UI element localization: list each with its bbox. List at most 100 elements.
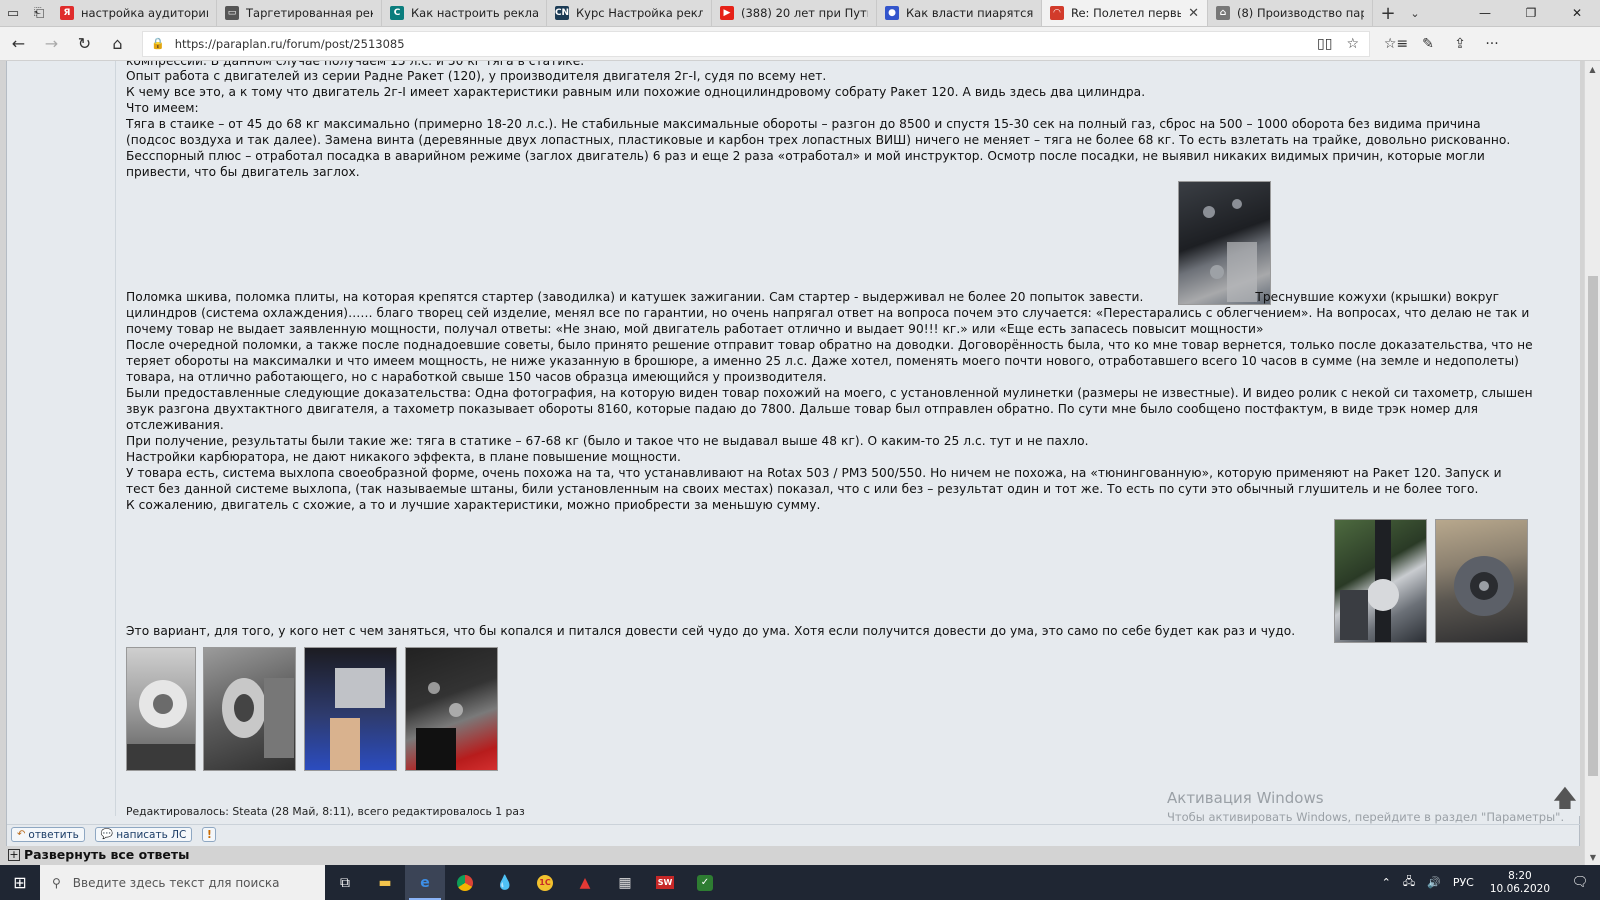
edit-note: Редактировалось: Steata (28 Май, 8:11), … <box>126 805 525 818</box>
url-text[interactable]: https://paraplan.ru/forum/post/2513085 <box>175 37 405 51</box>
browser-tab[interactable]: ▶ (388) 20 лет при Путине / Е <box>712 0 877 26</box>
post-photo[interactable] <box>1334 519 1427 643</box>
drop-icon[interactable]: 💧 <box>485 865 525 900</box>
paraplan-icon: ◠ <box>1050 6 1064 20</box>
windows-start-icon[interactable]: ⊞ <box>0 865 40 900</box>
post-line: (подсос воздуха и так далее). Замена вин… <box>126 133 1511 147</box>
post-photo[interactable] <box>405 647 498 771</box>
post-line: привести, что бы двигатель заглох. <box>126 165 360 179</box>
vertical-scrollbar[interactable]: ▲ ▼ <box>1584 61 1600 865</box>
browser-tab[interactable]: ◠ Re: Полетел первый кл ✕ <box>1042 0 1208 26</box>
reading-view-icon[interactable]: ▯▯ <box>1317 36 1332 52</box>
tab-title: Курс Настройка рекламы и <box>576 6 703 20</box>
post-body: компрессии. В данном случае получаем 15 … <box>115 61 1580 818</box>
post-photo[interactable] <box>304 647 397 771</box>
tab-title: настройка аудитории инст <box>81 6 208 20</box>
tray-overflow-icon[interactable]: ⌃ <box>1376 876 1397 889</box>
search-icon: ⚲ <box>52 875 61 890</box>
window-menu-icon[interactable]: ▭ <box>0 0 26 26</box>
search-placeholder: Введите здесь текст для поиска <box>72 875 280 890</box>
browser-tab[interactable]: ▭ Таргетированная реклама <box>217 0 382 26</box>
post-actions: ↶ ответить 💬 написать ЛС ! <box>7 824 1581 844</box>
post-photo[interactable] <box>1435 519 1528 643</box>
post-line: Опыт работа с двигателей из серии Радне … <box>126 69 827 83</box>
forum-post-frame: компрессии. В данном случае получаем 15 … <box>6 61 1581 846</box>
tab-title: Таргетированная реклама <box>246 6 373 20</box>
plus-icon: + <box>8 847 20 861</box>
editor-icon[interactable]: ✓ <box>685 865 725 900</box>
navigation-bar: ← → ↻ ⌂ 🔒 https://paraplan.ru/forum/post… <box>0 27 1600 61</box>
post-line: Это вариант, для того, у кого нет с чем … <box>126 624 1296 638</box>
scroll-to-top-icon[interactable]: 🡅 <box>1550 784 1580 816</box>
private-message-button[interactable]: 💬 написать ЛС <box>94 827 193 842</box>
post-line: звук разгона двухтактного двигателя, а т… <box>126 402 1478 416</box>
reply-button[interactable]: ↶ ответить <box>11 827 85 842</box>
page-viewport: компрессии. В данном случае получаем 15 … <box>0 61 1600 865</box>
post-line: Что имеем: <box>126 101 199 115</box>
chrome-icon[interactable] <box>445 865 485 900</box>
scroll-down-icon[interactable]: ▼ <box>1585 849 1600 865</box>
chat-icon: ▭ <box>225 6 239 20</box>
network-icon[interactable]: 🖧 <box>1397 873 1421 892</box>
back-button[interactable]: ← <box>2 29 35 59</box>
post-line: У товара есть, система выхлопа своеобраз… <box>126 466 1502 480</box>
post-photo[interactable] <box>126 647 196 771</box>
windows-activation-watermark: Активация Windows Чтобы активировать Win… <box>1167 789 1565 824</box>
circle-icon: ● <box>885 6 899 20</box>
pdf-icon[interactable]: ▲ <box>565 865 605 900</box>
edge-icon[interactable]: e <box>405 865 445 900</box>
volume-icon[interactable]: 🔊 <box>1421 876 1447 889</box>
calculator-icon[interactable]: ▦ <box>605 865 645 900</box>
post-photo[interactable] <box>203 647 296 771</box>
scroll-up-icon[interactable]: ▲ <box>1585 61 1600 77</box>
post-line: цилиндров (система охлаждения)…… благо т… <box>126 306 1530 320</box>
post-line: После очередной поломки, а также после п… <box>126 338 1533 352</box>
post-line: При получение, результаты были такие же:… <box>126 434 1089 448</box>
report-button[interactable]: ! <box>202 827 217 842</box>
explorer-icon[interactable]: ▬ <box>365 865 405 900</box>
more-icon[interactable]: ··· <box>1476 36 1508 52</box>
notifications-icon[interactable]: 🗨 <box>1560 875 1600 890</box>
tab-list-icon[interactable]: ⌄ <box>1403 0 1427 26</box>
home-button[interactable]: ⌂ <box>101 29 134 59</box>
minimize-button[interactable]: — <box>1462 0 1508 26</box>
refresh-button[interactable]: ↻ <box>68 29 101 59</box>
new-tab-button[interactable]: + <box>1373 0 1403 26</box>
browser-tab[interactable]: ⌂ (8) Производство парамот <box>1208 0 1373 26</box>
browser-tab[interactable]: Янастройка аудитории инст <box>52 0 217 26</box>
task-view-icon[interactable]: ⧉ <box>325 865 365 900</box>
post-line: Тяга в стаике – от 45 до 68 кг максималь… <box>126 117 1481 131</box>
scrollbar-thumb[interactable] <box>1588 276 1598 776</box>
post-line: Поломка шкива, поломка плиты, на которая… <box>126 290 1500 304</box>
browser-tab[interactable]: ● Как власти пиарятся в разг <box>877 0 1042 26</box>
post-line: К сожалению, двигатель с схожие, а то и … <box>126 498 821 512</box>
clock[interactable]: 8:20 10.06.2020 <box>1480 870 1560 896</box>
close-tab-icon[interactable]: ✕ <box>1188 6 1199 21</box>
forward-button[interactable]: → <box>35 29 68 59</box>
close-window-button[interactable]: ✕ <box>1554 0 1600 26</box>
address-bar[interactable]: 🔒 https://paraplan.ru/forum/post/2513085… <box>142 30 1370 57</box>
tab-title: (388) 20 лет при Путине / Е <box>741 6 868 20</box>
share-icon[interactable]: ⇪ <box>1444 36 1476 52</box>
favorites-hub-icon[interactable]: ☆≡ <box>1380 36 1412 52</box>
post-photo[interactable] <box>1178 181 1271 305</box>
favorite-star-icon[interactable]: ☆ <box>1346 36 1359 52</box>
page-icon: ⌂ <box>1216 6 1230 20</box>
browser-tab[interactable]: CN Курс Настройка рекламы и <box>547 0 712 26</box>
browser-tab[interactable]: C Как настроить рекламу в И <box>382 0 547 26</box>
tab-title: Как власти пиарятся в разг <box>906 6 1033 20</box>
reply-arrow-icon: ↶ <box>17 829 26 840</box>
post-line: почему товар не выдает заявленную мощнос… <box>126 322 1264 336</box>
expand-all-replies[interactable]: + Развернуть все ответы <box>8 847 189 862</box>
tab-title: (8) Производство парамот <box>1237 6 1364 20</box>
taskbar-search-box[interactable]: ⚲ Введите здесь текст для поиска <box>40 865 325 900</box>
system-tray: ⌃ 🖧 🔊 РУС 8:20 10.06.2020 🗨 <box>1376 865 1600 900</box>
1c-icon[interactable]: 1C <box>525 865 565 900</box>
language-indicator[interactable]: РУС <box>1447 876 1480 889</box>
set-aside-tabs-icon[interactable]: ⎗ <box>26 0 52 26</box>
post-line: отслеживания. <box>126 418 224 432</box>
solidworks-icon[interactable]: SW <box>645 865 685 900</box>
tab-title: Как настроить рекламу в И <box>411 6 538 20</box>
restore-button[interactable]: ❐ <box>1508 0 1554 26</box>
web-note-icon[interactable]: ✎ <box>1412 36 1444 52</box>
